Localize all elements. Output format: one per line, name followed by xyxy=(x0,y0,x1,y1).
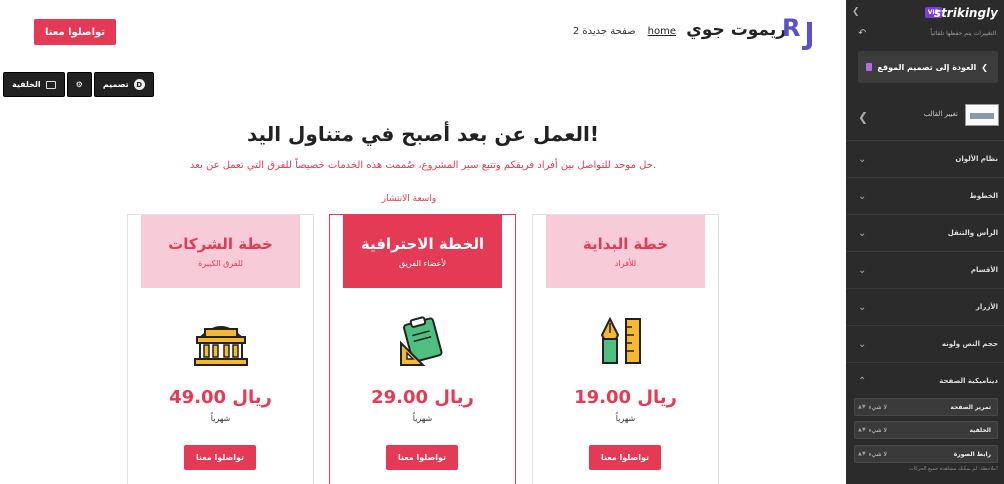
nav-link-page2[interactable]: صفحة جديدة 2 xyxy=(573,26,636,37)
pricing-card-enterprise: خطة الشركات للفرق الكبيرة 49.00 ريال شهر… xyxy=(127,214,314,484)
plan-name[interactable]: خطة البداية xyxy=(583,235,668,253)
site-canvas: تواصلوا معنا صفحة جديدة 2 home ريموت جوي… xyxy=(0,0,846,484)
gear-icon: ⚙ xyxy=(75,80,83,89)
plan-header: خطة الشركات للفرق الكبيرة xyxy=(141,215,300,288)
sidebar-item-label: الأزرار xyxy=(975,303,998,311)
section-controls: الخلفية ⚙ تصميم D xyxy=(3,72,154,97)
plan-contact-button[interactable]: تواصلوا معنا xyxy=(386,445,458,470)
sidebar-item-label: حجم النص ولونه xyxy=(941,340,998,348)
plan-audience[interactable]: للأفراد xyxy=(615,259,636,268)
clipboard-tools-icon xyxy=(400,316,443,366)
section-design-label: تصميم xyxy=(102,80,129,89)
building-icon xyxy=(194,326,248,366)
sidebar-item-label: الأقسام xyxy=(970,266,998,274)
plan-contact-button[interactable]: تواصلوا معنا xyxy=(589,445,661,470)
plan-period[interactable]: شهرياً xyxy=(533,414,718,423)
change-theme-label: تغيير القالب xyxy=(923,110,958,118)
chevron-down-icon: ⌄ xyxy=(858,227,867,239)
sidebar-item-label: الخطوط xyxy=(969,192,998,200)
sidebar-item-header-nav[interactable]: ⌄ الرأس والتنقل xyxy=(846,214,1004,251)
plan-name[interactable]: الخطة الاحترافية xyxy=(361,235,484,253)
select-arrows-icon: ▲▼ xyxy=(858,427,866,433)
section-background-button[interactable]: الخلفية xyxy=(3,72,65,97)
select-arrows-icon: ▲▼ xyxy=(858,451,866,457)
pricing-card-starter: خطة البداية للأفراد 19.00 ريال شهرياً تو… xyxy=(532,214,719,484)
collapse-sidebar-icon[interactable]: ❮ xyxy=(852,7,860,17)
strikingly-logo: strikingly xyxy=(933,6,998,20)
chevron-down-icon: ⌄ xyxy=(858,301,867,313)
autosave-status: التغييرات يتم حفظها تلقائياً. xyxy=(930,30,998,37)
pen-ruler-icon xyxy=(600,316,641,364)
image-icon xyxy=(45,80,56,89)
plan-header: خطة البداية للأفراد xyxy=(546,215,705,288)
header-contact-button[interactable]: تواصلوا معنا xyxy=(34,19,116,45)
section-background-label: الخلفية xyxy=(12,80,41,89)
sidebar-item-label: نظام الألوان xyxy=(955,155,998,163)
section-design-button[interactable]: تصميم D xyxy=(93,72,154,97)
nav-link-home[interactable]: home xyxy=(648,26,676,37)
select-arrows-icon: ▲▼ xyxy=(858,404,866,410)
site-logo-icon[interactable]: R xyxy=(780,10,820,52)
svg-text:R: R xyxy=(782,14,800,42)
sidebar-item-page-dynamics[interactable]: ⌃ ديناميكية الصفحة xyxy=(846,362,1004,399)
select-value: لا شيء xyxy=(868,403,887,411)
animation-note: ملاحظة: لم يمكنك مشاهدة جميع الحركات! xyxy=(908,466,998,472)
select-value: لا شيء xyxy=(868,426,887,434)
plan-period[interactable]: شهرياً xyxy=(128,414,313,423)
chevron-down-icon: ⌄ xyxy=(858,153,867,165)
field-label: رابط الصورة xyxy=(953,450,991,458)
sidebar-item-label: الرأس والتنقل xyxy=(947,229,998,237)
site-navigation: صفحة جديدة 2 home xyxy=(573,26,676,37)
back-to-site-design-button[interactable]: العودة إلى تصميم الموقع ❮ xyxy=(858,51,998,83)
plan-contact-button[interactable]: تواصلوا معنا xyxy=(184,445,256,470)
sidebar-item-label: ديناميكية الصفحة xyxy=(939,377,998,385)
pricing-title[interactable]: العمل عن بعد أصبح في متناول اليد! xyxy=(0,122,846,146)
scroll-effect-select[interactable]: ▲▼ لا شيء تمرير الصفحة xyxy=(854,398,998,416)
image-link-effect-select[interactable]: ▲▼ لا شيء رابط الصورة xyxy=(854,445,998,463)
field-label: تمرير الصفحة xyxy=(950,403,991,411)
pricing-subtitle[interactable]: حل موحد للتواصل بين أفراد فريقكم وتتبع س… xyxy=(0,160,846,171)
sidebar-item-text-size[interactable]: ⌄ حجم النص ولونه xyxy=(846,325,1004,362)
plan-price[interactable]: 19.00 ريال xyxy=(533,387,718,408)
chevron-down-icon: ⌄ xyxy=(858,264,867,276)
change-theme-row[interactable]: ❮ تغيير القالب xyxy=(846,100,1004,136)
plan-audience[interactable]: لأعضاء الفريق xyxy=(399,259,446,268)
field-label: الخلفية xyxy=(969,426,992,434)
sidebar-item-buttons[interactable]: ⌄ الأزرار xyxy=(846,288,1004,325)
background-effect-select[interactable]: ▲▼ لا شيء الخلفية xyxy=(854,421,998,439)
section-settings-button[interactable]: ⚙ xyxy=(66,72,92,97)
sidebar-item-colors[interactable]: ⌄ نظام الألوان xyxy=(846,140,1004,177)
chevron-left-icon: ❮ xyxy=(981,62,988,72)
plan-name[interactable]: خطة الشركات xyxy=(168,235,273,253)
sidebar-topbar: ❮ VIP strikingly xyxy=(846,0,1004,26)
sidebar-item-fonts[interactable]: ⌄ الخطوط xyxy=(846,177,1004,214)
sidebar-item-sections[interactable]: ⌄ الأقسام xyxy=(846,251,1004,288)
pricing-card-pro: الخطة الاحترافية لأعضاء الفريق 29.00 ريا… xyxy=(329,214,516,484)
site-brand-name[interactable]: ريموت جوي xyxy=(686,20,786,40)
chevron-down-icon: ⌄ xyxy=(858,190,867,202)
back-button-label: العودة إلى تصميم الموقع xyxy=(877,62,977,72)
chevron-down-icon: ⌄ xyxy=(858,338,867,350)
chevron-left-icon: ❮ xyxy=(858,110,869,124)
plan-header: الخطة الاحترافية لأعضاء الفريق xyxy=(343,215,502,288)
plan-price[interactable]: 49.00 ريال xyxy=(128,387,313,408)
chevron-up-icon: ⌃ xyxy=(858,375,867,387)
plan-price[interactable]: 29.00 ريال xyxy=(330,387,515,408)
design-d-icon: D xyxy=(133,79,145,90)
select-value: لا شيء xyxy=(868,450,887,458)
undo-icon[interactable]: ↶ xyxy=(858,28,866,39)
editor-root: تواصلوا معنا صفحة جديدة 2 home ريموت جوي… xyxy=(0,0,1004,484)
popular-label: واسعة الانتشار xyxy=(381,194,437,204)
plan-period[interactable]: شهرياً xyxy=(330,414,515,423)
editor-sidebar: ❮ VIP strikingly التغييرات يتم حفظها تلق… xyxy=(846,0,1004,484)
page-icon xyxy=(866,63,873,71)
theme-thumbnail xyxy=(965,104,999,126)
plan-audience[interactable]: للفرق الكبيرة xyxy=(198,259,243,268)
